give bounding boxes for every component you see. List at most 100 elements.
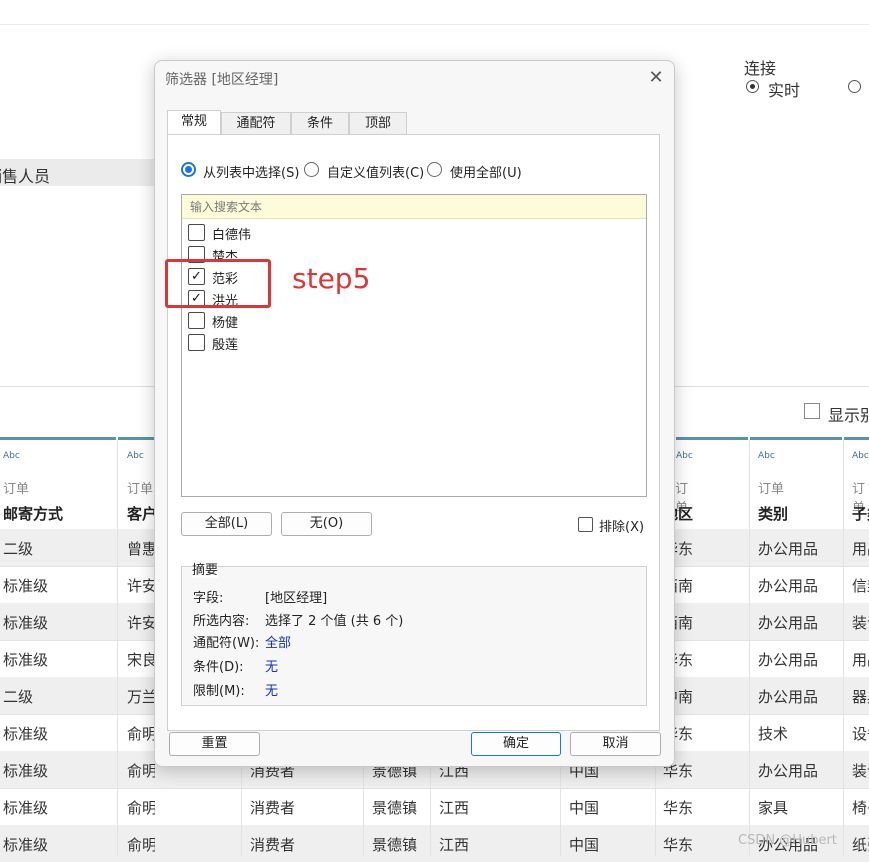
item-label: 殷莲 bbox=[212, 338, 239, 353]
show-alias-label: 显示别 bbox=[828, 406, 869, 425]
column-source: 订单 bbox=[3, 482, 30, 497]
select-all-button[interactable]: 全部(L) bbox=[181, 512, 272, 536]
column-type-abc: Abc bbox=[676, 451, 693, 461]
column-header[interactable]: 客户名称 bbox=[127, 503, 187, 524]
table-cell: 消费者 bbox=[250, 836, 296, 854]
table-cell: 纸张 bbox=[852, 836, 869, 854]
table-cell: 二级 bbox=[3, 540, 34, 558]
summary-field-key: 字段: bbox=[193, 591, 224, 606]
filter-dialog: 筛选器 [地区经理] ✕ 常规 通配符 条件 顶部 从列表中选择(S) 自定义值… bbox=[154, 60, 675, 767]
table-cell: 俞明 bbox=[127, 762, 155, 780]
annotation-step-label: step5 bbox=[292, 262, 371, 295]
table-cell: 许安 bbox=[127, 614, 155, 632]
mode-select-from-list-label: 从列表中选择(S) bbox=[203, 166, 300, 181]
connection-title: 连接 bbox=[744, 59, 777, 78]
table-cell: 俞明 bbox=[127, 725, 155, 743]
table-cell: 万兰 bbox=[127, 688, 155, 706]
summary-field-value: [地区经理] bbox=[265, 591, 328, 606]
tab-wildcard[interactable]: 通配符 bbox=[221, 112, 291, 134]
summary-title: 摘要 bbox=[192, 559, 219, 578]
select-none-button[interactable]: 无(O) bbox=[281, 512, 372, 536]
search-input[interactable] bbox=[182, 195, 646, 219]
column-header[interactable]: 邮寄方式 bbox=[3, 503, 63, 524]
column-bar bbox=[844, 437, 869, 440]
table-cell: 椅子 bbox=[852, 799, 869, 817]
table-cell: 家具 bbox=[758, 799, 789, 817]
exclude-checkbox[interactable] bbox=[578, 517, 593, 532]
summary-condition-key: 条件(D): bbox=[193, 660, 244, 675]
dialog-title: 筛选器 [地区经理] bbox=[165, 72, 279, 88]
table-cell: 用品 bbox=[852, 651, 869, 669]
connection-extract-radio[interactable] bbox=[848, 80, 861, 93]
column-type-abc: Abc bbox=[127, 451, 144, 461]
table-cell: 设备 bbox=[852, 725, 869, 743]
table-cell: 二级 bbox=[3, 688, 34, 706]
column-type-abc: Abc bbox=[3, 451, 20, 461]
summary-limit-key: 限制(M): bbox=[193, 684, 245, 699]
close-icon[interactable]: ✕ bbox=[645, 67, 667, 89]
table-cell: 标准级 bbox=[3, 651, 49, 669]
table-cell: 华东 bbox=[663, 836, 693, 854]
annotation-highlight-box bbox=[165, 259, 271, 308]
table-cell: 办公用品 bbox=[758, 651, 819, 669]
sales-person-label: 销售人员 bbox=[0, 167, 51, 186]
table-cell: 宋良 bbox=[127, 651, 155, 669]
table-cell: 标准级 bbox=[3, 614, 49, 632]
reset-button[interactable]: 重置 bbox=[169, 732, 260, 756]
table-cell: 江西 bbox=[439, 799, 470, 817]
summary-wildcard-link[interactable]: 全部 bbox=[265, 632, 291, 651]
table-cell: 俞明 bbox=[127, 836, 155, 854]
table-cell: 许安 bbox=[127, 577, 155, 595]
mode-custom-list-radio[interactable] bbox=[304, 162, 319, 177]
show-alias-checkbox[interactable] bbox=[804, 403, 820, 419]
table-cell: 华东 bbox=[663, 799, 693, 817]
item-checkbox[interactable] bbox=[188, 312, 205, 329]
table-cell: 器具 bbox=[852, 688, 869, 706]
item-label: 白德伟 bbox=[212, 228, 252, 243]
column-header[interactable]: 类别 bbox=[758, 503, 788, 524]
table-cell: 装订 bbox=[852, 614, 869, 632]
item-label: 杨健 bbox=[212, 316, 239, 331]
table-cell: 办公用品 bbox=[758, 762, 819, 780]
watermark: CSDN @Hubert bbox=[738, 833, 837, 848]
mode-use-all-radio[interactable] bbox=[427, 162, 442, 177]
table-cell: 办公用品 bbox=[758, 540, 819, 558]
table-cell: 信封 bbox=[852, 577, 869, 595]
summary-wildcard-key: 通配符(W): bbox=[193, 636, 260, 651]
column-type-abc: Abc bbox=[852, 451, 869, 461]
item-checkbox[interactable] bbox=[188, 224, 205, 241]
column-header[interactable]: 子类别 bbox=[852, 503, 869, 524]
mode-select-from-list-radio[interactable] bbox=[181, 162, 196, 177]
tab-general[interactable]: 常规 bbox=[167, 110, 221, 134]
table-cell: 标准级 bbox=[3, 762, 49, 780]
mode-use-all-label: 使用全部(U) bbox=[450, 166, 522, 181]
ok-button[interactable]: 确定 bbox=[471, 732, 561, 756]
cancel-button[interactable]: 取消 bbox=[570, 732, 661, 756]
column-bar bbox=[0, 437, 116, 440]
table-cell: 标准级 bbox=[3, 725, 49, 743]
column-bar bbox=[750, 437, 842, 440]
table-cell: 俞明 bbox=[127, 799, 155, 817]
table-cell: 标准级 bbox=[3, 577, 49, 595]
summary-condition-link[interactable]: 无 bbox=[265, 656, 278, 675]
column-source: 订单 bbox=[758, 482, 785, 497]
column-separator bbox=[117, 440, 118, 856]
table-cell: 装订 bbox=[852, 762, 869, 780]
table-cell: 曾惠 bbox=[127, 540, 155, 558]
table-cell: 江西 bbox=[439, 836, 470, 854]
connection-live-label: 实时 bbox=[768, 81, 801, 100]
connection-live-radio[interactable] bbox=[746, 80, 759, 93]
table-cell: 办公用品 bbox=[758, 688, 819, 706]
summary-limit-link[interactable]: 无 bbox=[265, 680, 278, 699]
item-checkbox[interactable] bbox=[188, 334, 205, 351]
top-divider bbox=[0, 24, 869, 25]
table-cell: 消费者 bbox=[250, 799, 296, 817]
column-source: 订单 bbox=[127, 482, 154, 497]
value-list: 白德伟楚杰✓范彩✓洪光杨健殷莲 bbox=[181, 194, 647, 497]
tab-top[interactable]: 顶部 bbox=[349, 112, 407, 134]
mode-custom-list-label: 自定义值列表(C) bbox=[327, 166, 425, 181]
column-bar bbox=[676, 437, 748, 440]
table-cell: 标准级 bbox=[3, 836, 49, 854]
tab-condition[interactable]: 条件 bbox=[291, 112, 349, 134]
table-cell: 中国 bbox=[569, 799, 600, 817]
